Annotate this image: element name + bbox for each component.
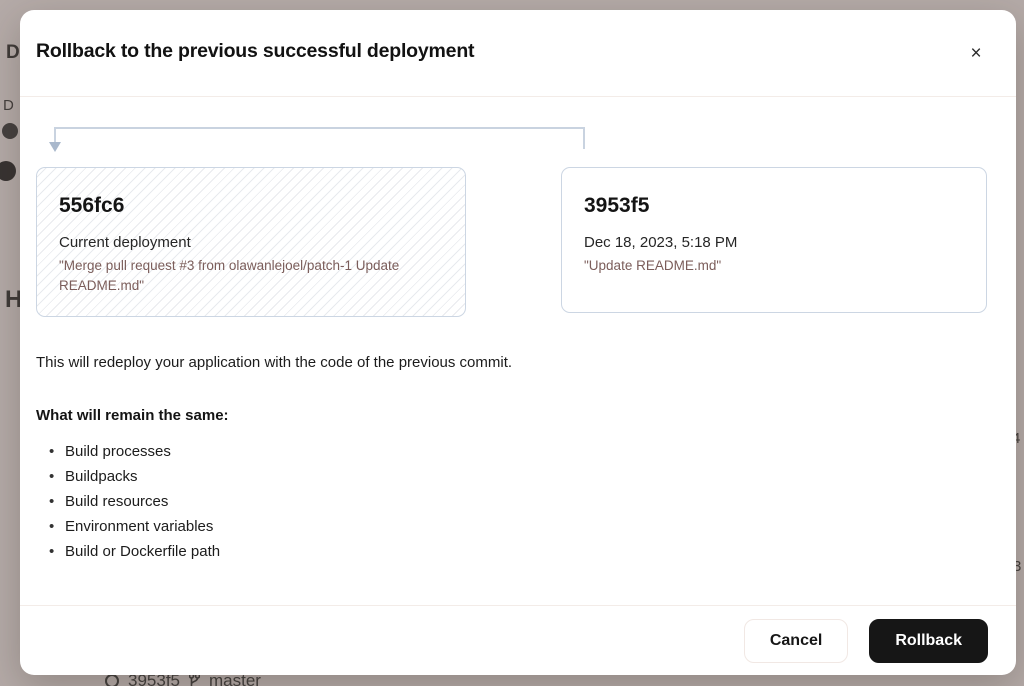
list-item: Build resources [36,491,220,516]
commit-icon [105,674,119,686]
current-deployment-card: 556fc6 Current deployment "Merge pull re… [36,167,466,317]
footer-divider [20,605,1016,606]
connector-line-left [54,127,56,143]
avatar-fragment [0,161,16,181]
redeploy-description: This will redeploy your application with… [36,354,512,371]
current-deployment-label: Current deployment [59,234,443,251]
previous-commit-hash: 3953f5 [584,194,964,218]
backdrop-letter-fragment: D [6,42,20,64]
remain-same-heading: What will remain the same: [36,407,229,424]
previous-deployment-date: Dec 18, 2023, 5:18 PM [584,234,964,251]
list-item: Buildpacks [36,466,220,491]
previous-commit-message: "Update README.md" [584,256,964,276]
backdrop-letter-fragment: D [3,97,14,114]
connector-line-right [583,127,585,149]
list-item: Build processes [36,441,220,466]
connector-line-horizontal [54,127,585,129]
dialog-footer: Cancel Rollback [20,619,1016,663]
remain-same-list: Build processes Buildpacks Build resourc… [36,441,220,566]
dialog-title: Rollback to the previous successful depl… [36,40,474,63]
list-item: Environment variables [36,516,220,541]
cancel-button[interactable]: Cancel [744,619,848,663]
current-commit-message: "Merge pull request #3 from olawanlejoel… [59,256,443,297]
rollback-button[interactable]: Rollback [869,619,988,663]
close-icon[interactable]: × [962,40,990,68]
previous-deployment-card: 3953f5 Dec 18, 2023, 5:18 PM "Update REA… [561,167,987,313]
current-commit-hash: 556fc6 [59,194,443,218]
rollback-dialog: Rollback to the previous successful depl… [20,10,1016,675]
list-item: Build or Dockerfile path [36,541,220,566]
arrow-down-icon [49,142,61,152]
header-divider [20,96,1016,97]
github-icon [2,123,18,139]
